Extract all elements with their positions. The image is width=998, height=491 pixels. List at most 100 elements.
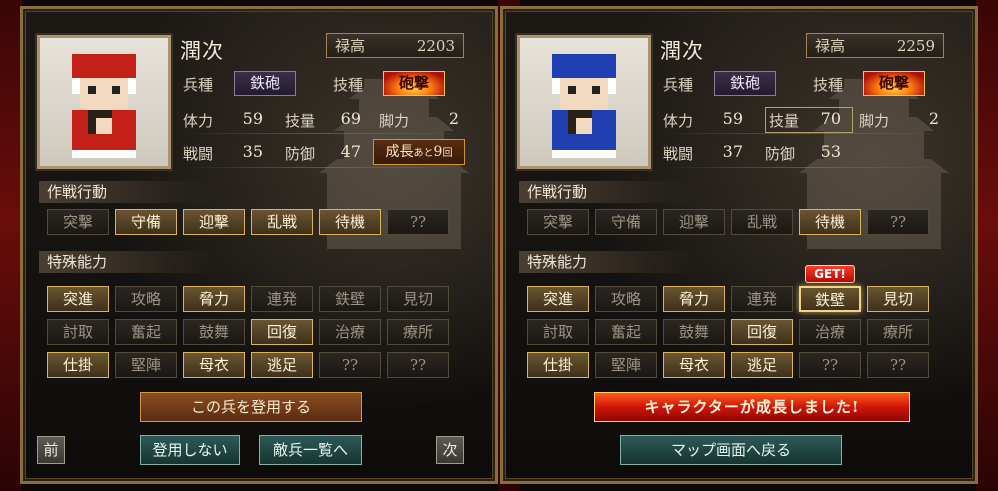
soldier-status-panel-before: 潤次 禄高 2203 兵種 鉄砲 技種 砲撃 体力 59 技量 69 脚力 2 … <box>20 6 498 484</box>
tactic-chip[interactable]: 守備 <box>595 209 657 235</box>
ability-chip[interactable]: ?? <box>387 352 449 378</box>
decline-button[interactable]: 登用しない <box>140 435 240 465</box>
skill-type-value: 砲撃 <box>863 71 925 96</box>
soldier-name: 潤次 <box>660 39 704 63</box>
technique-value: 70 <box>820 109 841 128</box>
tactic-chip[interactable]: 乱戦 <box>731 209 793 235</box>
defense-label: 防御 <box>285 145 316 163</box>
ability-chip[interactable]: ?? <box>319 352 381 378</box>
abilities-section-header: 特殊能力 <box>519 251 699 273</box>
ability-chip[interactable]: 鉄壁 <box>799 286 861 312</box>
tactic-chip[interactable]: 待機 <box>319 209 381 235</box>
unit-type-value: 鉄砲 <box>234 71 296 96</box>
combat-value: 35 <box>242 142 263 161</box>
growth-mid: あと <box>413 148 434 159</box>
ability-chip[interactable]: 脅力 <box>183 286 245 312</box>
ability-chip[interactable]: 回復 <box>731 319 793 345</box>
ability-chip[interactable]: 仕掛 <box>47 352 109 378</box>
tactic-chip[interactable]: 守備 <box>115 209 177 235</box>
tactics-section-header: 作戦行動 <box>519 181 699 203</box>
stipend-label: 禄高 <box>335 37 366 55</box>
defense-label: 防御 <box>765 145 796 163</box>
growth-remaining-badge: 成長あと9回 <box>373 139 465 165</box>
helmet <box>552 54 616 78</box>
tactic-chip[interactable]: 突撃 <box>527 209 589 235</box>
leg-strength-value: 2 <box>928 109 939 128</box>
ability-chip[interactable]: 療所 <box>387 319 449 345</box>
hp-label: 体力 <box>183 112 214 130</box>
defense-value: 47 <box>340 142 361 161</box>
ability-chip[interactable]: 脅力 <box>663 286 725 312</box>
technique-label: 技量 <box>769 112 800 130</box>
soldier-portrait <box>37 35 171 169</box>
tactics-section-header: 作戦行動 <box>39 181 219 203</box>
soldier-portrait <box>517 35 651 169</box>
get-badge: GET! <box>805 265 855 283</box>
ability-chip[interactable]: 見切 <box>867 286 929 312</box>
ability-chip[interactable]: 攻略 <box>115 286 177 312</box>
technique-label: 技量 <box>285 112 316 130</box>
next-button[interactable]: 次 <box>436 436 464 464</box>
left-border-decoration <box>0 0 22 491</box>
ability-chip[interactable]: ?? <box>799 352 861 378</box>
skill-type-value: 砲撃 <box>383 71 445 96</box>
leg-strength-label: 脚力 <box>859 112 890 130</box>
technique-value: 69 <box>340 109 361 128</box>
return-to-map-button[interactable]: マップ画面へ戻る <box>620 435 842 465</box>
ability-chip[interactable]: 奮起 <box>595 319 657 345</box>
ability-chip[interactable]: 連発 <box>251 286 313 312</box>
stat-divider <box>179 133 469 134</box>
ability-chip[interactable]: 奮起 <box>115 319 177 345</box>
tactic-chip[interactable]: 迎撃 <box>663 209 725 235</box>
stipend-box: 禄高 2259 <box>806 33 944 58</box>
helmet <box>72 54 136 78</box>
ability-chip[interactable]: 回復 <box>251 319 313 345</box>
ability-chip[interactable]: 鉄壁 <box>319 286 381 312</box>
ability-chip[interactable]: 鼓舞 <box>183 319 245 345</box>
ability-chip[interactable]: 仕掛 <box>527 352 589 378</box>
combat-label: 戦闘 <box>183 145 214 163</box>
right-border-decoration <box>976 0 998 491</box>
stipend-value: 2203 <box>416 36 455 55</box>
hp-label: 体力 <box>663 112 694 130</box>
ability-chip[interactable]: 堅陣 <box>595 352 657 378</box>
stipend-label: 禄高 <box>815 37 846 55</box>
growth-suffix: 回 <box>442 148 453 159</box>
ability-chip[interactable]: 療所 <box>867 319 929 345</box>
tactic-chip[interactable]: ?? <box>387 209 449 235</box>
growth-banner: キャラクターが成長しました! <box>594 392 910 422</box>
hp-value: 59 <box>242 109 263 128</box>
ability-chip[interactable]: 母衣 <box>663 352 725 378</box>
ability-chip[interactable]: 攻略 <box>595 286 657 312</box>
ability-chip[interactable]: 治療 <box>799 319 861 345</box>
combat-label: 戦闘 <box>663 145 694 163</box>
ability-chip[interactable]: 突進 <box>47 286 109 312</box>
tactic-chip[interactable]: ?? <box>867 209 929 235</box>
ability-chip[interactable]: 逃足 <box>731 352 793 378</box>
skill-type-label: 技種 <box>333 76 364 94</box>
ability-chip[interactable]: 見切 <box>387 286 449 312</box>
prev-button[interactable]: 前 <box>37 436 65 464</box>
tactic-chip[interactable]: 乱戦 <box>251 209 313 235</box>
stat-divider <box>179 167 469 168</box>
enemy-list-button[interactable]: 敵兵一覧へ <box>259 435 362 465</box>
ability-chip[interactable]: 逃足 <box>251 352 313 378</box>
hp-value: 59 <box>722 109 743 128</box>
ability-chip[interactable]: 鼓舞 <box>663 319 725 345</box>
ability-chip[interactable]: 母衣 <box>183 352 245 378</box>
ability-chip[interactable]: 討取 <box>527 319 589 345</box>
ability-chip[interactable]: 連発 <box>731 286 793 312</box>
stat-divider <box>659 167 949 168</box>
unit-type-value: 鉄砲 <box>714 71 776 96</box>
stat-divider <box>659 133 949 134</box>
ability-chip[interactable]: 治療 <box>319 319 381 345</box>
ability-chip[interactable]: ?? <box>867 352 929 378</box>
tactic-chip[interactable]: 突撃 <box>47 209 109 235</box>
ability-chip[interactable]: 討取 <box>47 319 109 345</box>
recruit-button[interactable]: この兵を登用する <box>140 392 362 422</box>
tactic-chip[interactable]: 待機 <box>799 209 861 235</box>
tactic-chip[interactable]: 迎撃 <box>183 209 245 235</box>
ability-chip[interactable]: 突進 <box>527 286 589 312</box>
ability-chip[interactable]: 堅陣 <box>115 352 177 378</box>
stipend-box: 禄高 2203 <box>326 33 464 58</box>
